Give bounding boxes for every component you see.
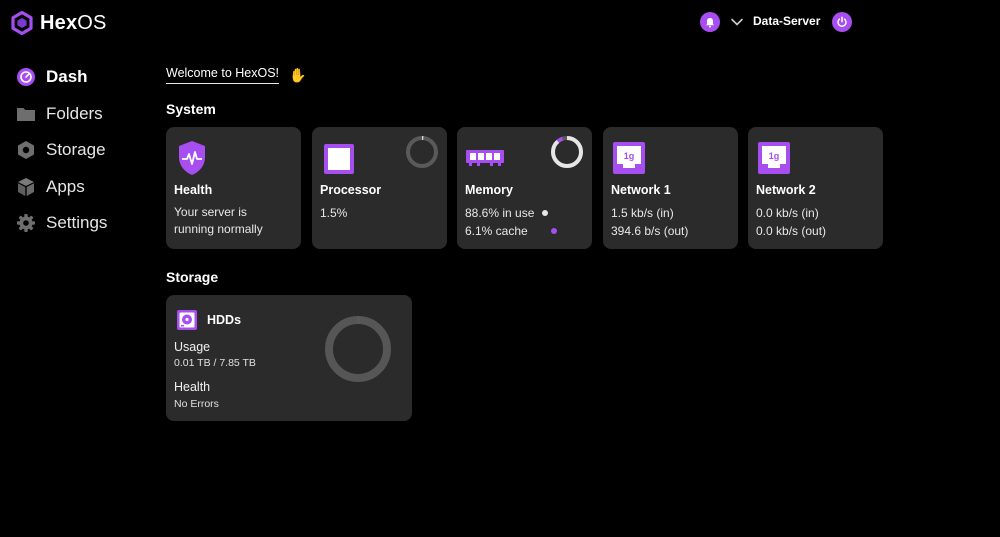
health-title: Health bbox=[174, 183, 213, 197]
sidebar-item-label: Storage bbox=[46, 140, 106, 159]
system-section-title: System bbox=[166, 101, 216, 117]
hdds-usage-value: 0.01 TB / 7.85 TB bbox=[174, 357, 256, 369]
server-dropdown-button[interactable] bbox=[730, 15, 744, 34]
sidebar-item-label: Folders bbox=[46, 103, 103, 123]
server-name[interactable]: Data-Server bbox=[753, 14, 820, 28]
wave-hand-icon: ✋ bbox=[289, 66, 307, 83]
welcome-banner: Welcome to HexOS! ✋ bbox=[166, 66, 306, 84]
in-use-legend-dot bbox=[541, 210, 548, 216]
health-shield-icon bbox=[177, 140, 207, 181]
health-card[interactable]: Health Your server is running normally bbox=[166, 127, 301, 249]
memory-cache-value: 6.1% cache bbox=[465, 224, 528, 238]
chevron-down-icon bbox=[731, 18, 743, 26]
topbar: Data-Server bbox=[700, 12, 860, 32]
dash-icon bbox=[16, 67, 36, 87]
ethernet-port-icon: 1g bbox=[758, 142, 790, 179]
hexos-logo[interactable]: HexOS bbox=[11, 11, 107, 35]
network2-speed-badge: 1g bbox=[769, 151, 780, 161]
hdds-title: HDDs bbox=[207, 313, 242, 327]
processor-card[interactable]: Processor 1.5% bbox=[312, 127, 447, 249]
network1-out: 394.6 b/s (out) bbox=[611, 224, 689, 238]
storage-section-title: Storage bbox=[166, 269, 219, 285]
welcome-text: Welcome to HexOS! bbox=[166, 66, 280, 84]
network1-speed-badge: 1g bbox=[624, 151, 635, 161]
hdds-usage-ring bbox=[325, 316, 391, 382]
ram-icon bbox=[466, 149, 504, 172]
processor-title: Processor bbox=[320, 183, 382, 197]
sidebar-item-label: Apps bbox=[46, 176, 85, 196]
cpu-chip-icon bbox=[324, 144, 354, 179]
gear-icon bbox=[16, 213, 36, 233]
sidebar-item-storage[interactable]: Storage bbox=[16, 137, 107, 163]
power-button[interactable] bbox=[832, 12, 852, 32]
hdds-usage-label: Usage bbox=[174, 340, 211, 354]
sidebar-item-label: Dash bbox=[46, 67, 88, 86]
sidebar-item-apps[interactable]: Apps bbox=[16, 174, 107, 200]
sidebar-item-dash[interactable]: Dash bbox=[16, 64, 107, 90]
hdds-health-label: Health bbox=[174, 380, 211, 394]
notifications-button[interactable] bbox=[700, 12, 720, 32]
hdds-card[interactable]: HDDs Usage 0.01 TB / 7.85 TB Health No E… bbox=[166, 295, 412, 421]
power-icon bbox=[837, 16, 847, 27]
sidebar: Dash Folders Storage Apps Settings bbox=[16, 64, 107, 247]
folder-icon bbox=[16, 104, 36, 124]
brand-name: HexOS bbox=[40, 11, 107, 34]
memory-title: Memory bbox=[465, 183, 513, 197]
processor-usage-ring bbox=[406, 136, 438, 168]
bell-icon bbox=[706, 17, 714, 28]
sidebar-item-folders[interactable]: Folders bbox=[16, 101, 107, 127]
memory-card[interactable]: Memory 88.6% in use 6.1% cache bbox=[457, 127, 592, 249]
memory-in-use-value: 88.6% in use bbox=[465, 206, 535, 220]
sidebar-item-label: Settings bbox=[46, 213, 108, 232]
memory-in-use-row: 88.6% in use bbox=[465, 206, 548, 220]
processor-usage-value: 1.5% bbox=[320, 206, 348, 220]
network2-title: Network 2 bbox=[756, 183, 816, 197]
hexagon-logo-icon bbox=[11, 11, 33, 35]
sidebar-item-settings[interactable]: Settings bbox=[16, 210, 107, 236]
health-status-line2: running normally bbox=[174, 222, 263, 236]
ethernet-port-icon: 1g bbox=[613, 142, 645, 179]
storage-icon bbox=[16, 140, 36, 160]
network1-card[interactable]: 1g Network 1 1.5 kb/s (in) 394.6 b/s (ou… bbox=[603, 127, 738, 249]
hdds-health-value: No Errors bbox=[174, 398, 219, 410]
network1-in: 1.5 kb/s (in) bbox=[611, 206, 674, 220]
network2-in: 0.0 kb/s (in) bbox=[756, 206, 819, 220]
memory-cache-row: 6.1% cache bbox=[465, 224, 558, 238]
hdd-disk-icon bbox=[177, 310, 197, 335]
cache-legend-dot bbox=[551, 228, 558, 234]
network2-out: 0.0 kb/s (out) bbox=[756, 224, 827, 238]
apps-icon bbox=[16, 177, 36, 197]
network2-card[interactable]: 1g Network 2 0.0 kb/s (in) 0.0 kb/s (out… bbox=[748, 127, 883, 249]
network1-title: Network 1 bbox=[611, 183, 671, 197]
memory-usage-ring bbox=[551, 136, 583, 168]
health-status-line1: Your server is bbox=[174, 205, 247, 219]
app-root: HexOS Data-Server Dash Folders Storage A… bbox=[0, 0, 1000, 537]
